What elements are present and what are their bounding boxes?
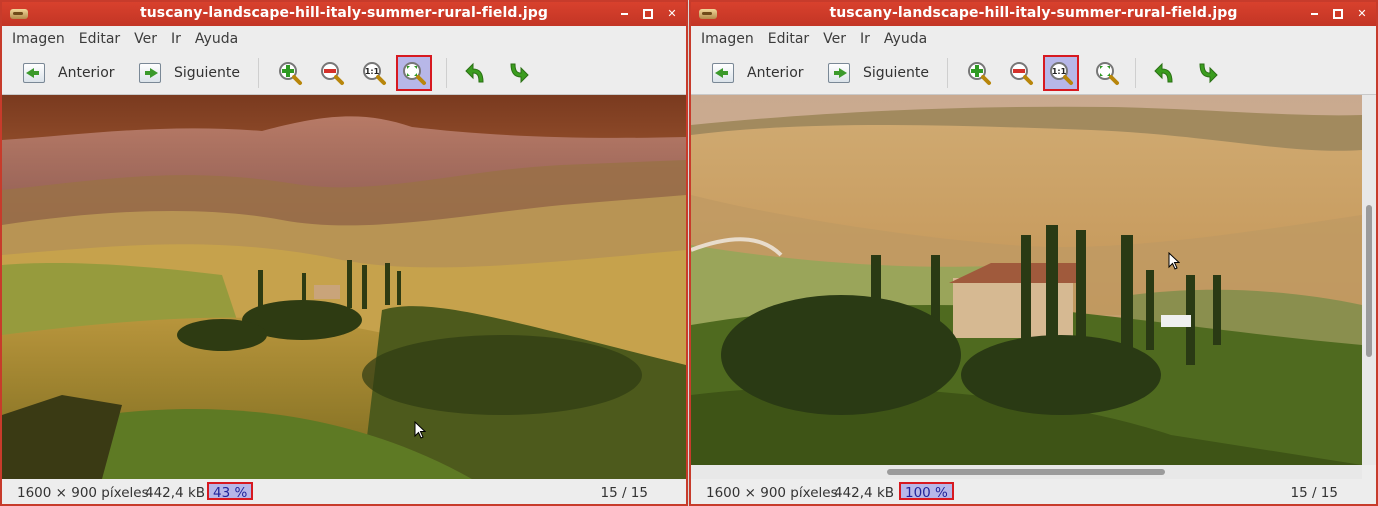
toolbar-separator [1135, 58, 1136, 88]
landscape-image [691, 95, 1362, 465]
close-icon[interactable]: ✕ [1352, 5, 1372, 23]
toolbar: Anterior Siguiente 1:1 [2, 52, 686, 95]
zoom-level: 43 % [207, 482, 254, 500]
rotate-right-button[interactable] [1189, 54, 1225, 92]
previous-button[interactable]: Anterior [705, 54, 804, 92]
minimize-icon[interactable] [614, 5, 634, 23]
rotate-right-icon [500, 55, 536, 91]
menu-ir[interactable]: Ir [858, 31, 878, 47]
normal-size-icon: 1:1 [356, 55, 392, 91]
zoom-in-button[interactable] [272, 54, 308, 92]
rotate-left-icon [458, 55, 494, 91]
zoom-out-button[interactable] [314, 54, 350, 92]
toolbar: Anterior Siguiente 1:1 [691, 52, 1376, 95]
toolbar-separator [947, 58, 948, 88]
image-view[interactable] [2, 95, 686, 479]
previous-label: Anterior [58, 65, 115, 81]
landscape-image [2, 95, 686, 479]
next-icon [821, 55, 857, 91]
svg-text:1:1: 1:1 [1052, 67, 1067, 76]
next-icon [132, 55, 168, 91]
rotate-left-button[interactable] [458, 54, 494, 92]
zoom-level: 100 % [899, 482, 954, 500]
file-size: 442,4 kB [145, 485, 206, 501]
previous-button[interactable]: Anterior [16, 54, 115, 92]
toolbar-separator [258, 58, 259, 88]
close-icon[interactable]: ✕ [662, 5, 682, 23]
zoom-in-icon [961, 55, 997, 91]
next-button[interactable]: Siguiente [132, 54, 240, 92]
image-dimensions: 1600 × 900 píxeles [706, 485, 838, 501]
next-label: Siguiente [174, 65, 241, 81]
zoom-in-button[interactable] [961, 54, 997, 92]
title-bar[interactable]: tuscany-landscape-hill-italy-summer-rura… [2, 2, 686, 26]
status-bar: 1600 × 900 píxeles 442,4 kB 43 % 15 / 15 [2, 479, 686, 504]
menu-imagen[interactable]: Imagen [699, 31, 762, 47]
rotate-left-button[interactable] [1147, 54, 1183, 92]
toolbar-separator [446, 58, 447, 88]
normal-size-button[interactable]: 1:1 [1043, 54, 1079, 92]
file-size: 442,4 kB [834, 485, 895, 501]
maximize-icon[interactable] [638, 5, 658, 23]
image-count: 15 / 15 [600, 485, 649, 501]
zoom-out-icon [1003, 55, 1039, 91]
next-button[interactable]: Siguiente [821, 54, 929, 92]
status-bar: 1600 × 900 píxeles 442,4 kB 100 % 15 / 1… [691, 479, 1376, 504]
best-fit-icon [396, 55, 432, 91]
image-viewer-window-left: tuscany-landscape-hill-italy-summer-rura… [0, 0, 688, 506]
window-title: tuscany-landscape-hill-italy-summer-rura… [139, 5, 549, 21]
zoom-in-icon [272, 55, 308, 91]
menu-imagen[interactable]: Imagen [10, 31, 73, 47]
previous-label: Anterior [747, 65, 804, 81]
menu-bar: Imagen Editar Ver Ir Ayuda [691, 26, 1376, 52]
menu-ver[interactable]: Ver [821, 31, 854, 47]
menu-ayuda[interactable]: Ayuda [193, 31, 246, 47]
horizontal-scroll-thumb[interactable] [887, 469, 1165, 475]
svg-text:1:1: 1:1 [365, 67, 380, 76]
rotate-right-icon [1189, 55, 1225, 91]
title-bar[interactable]: tuscany-landscape-hill-italy-summer-rura… [691, 2, 1376, 26]
prev-icon [16, 55, 52, 91]
vertical-scrollbar[interactable] [1362, 95, 1376, 465]
image-viewer-window-right: tuscany-landscape-hill-italy-summer-rura… [689, 0, 1378, 506]
menu-ayuda[interactable]: Ayuda [882, 31, 935, 47]
best-fit-icon [1089, 55, 1125, 91]
menu-editar[interactable]: Editar [77, 31, 128, 47]
rotate-left-icon [1147, 55, 1183, 91]
menu-editar[interactable]: Editar [766, 31, 817, 47]
prev-icon [705, 55, 741, 91]
mouse-cursor-icon [414, 421, 426, 439]
vertical-scroll-thumb[interactable] [1366, 205, 1372, 357]
rotate-right-button[interactable] [500, 54, 536, 92]
maximize-icon[interactable] [1328, 5, 1348, 23]
next-label: Siguiente [863, 65, 930, 81]
minimize-icon[interactable] [1304, 5, 1324, 23]
image-count: 15 / 15 [1290, 485, 1339, 501]
best-fit-button[interactable] [1089, 54, 1125, 92]
menu-bar: Imagen Editar Ver Ir Ayuda [2, 26, 686, 52]
zoom-out-button[interactable] [1003, 54, 1039, 92]
normal-size-icon: 1:1 [1043, 55, 1079, 91]
best-fit-button[interactable] [396, 54, 432, 92]
horizontal-scrollbar[interactable] [691, 465, 1362, 479]
zoom-out-icon [314, 55, 350, 91]
window-title: tuscany-landscape-hill-italy-summer-rura… [829, 5, 1238, 21]
image-dimensions: 1600 × 900 píxeles [17, 485, 149, 501]
menu-ir[interactable]: Ir [169, 31, 189, 47]
image-view[interactable] [691, 95, 1376, 479]
menu-ver[interactable]: Ver [132, 31, 165, 47]
mouse-cursor-icon [1168, 252, 1180, 270]
normal-size-button[interactable]: 1:1 [356, 54, 392, 92]
